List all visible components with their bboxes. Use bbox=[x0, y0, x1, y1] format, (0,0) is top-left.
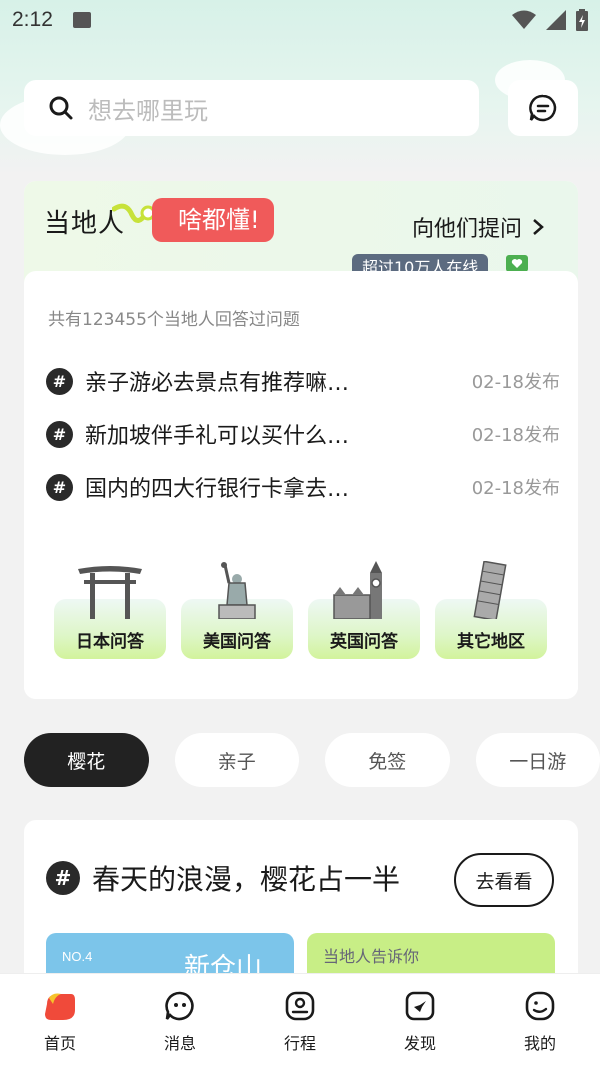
tab-label: 发现 bbox=[403, 1034, 436, 1053]
big-ben-icon bbox=[333, 561, 382, 619]
discover-icon bbox=[405, 991, 435, 1021]
hashtag-icon: # bbox=[46, 420, 73, 448]
question-row[interactable]: # 新加坡伴手礼可以买什么… 02-18发布 bbox=[46, 417, 560, 451]
go-see-button[interactable]: 去看看 bbox=[454, 853, 554, 907]
ask-them-label: 向他们提问 bbox=[412, 217, 523, 242]
profile-icon bbox=[525, 991, 555, 1021]
tag-sakura[interactable]: 樱花 bbox=[24, 733, 149, 787]
hashtag-icon: # bbox=[46, 861, 80, 895]
search-icon bbox=[49, 96, 73, 120]
question-row[interactable]: # 国内的四大行银行卡拿去… 02-18发布 bbox=[46, 470, 560, 504]
country-label: 英国问答 bbox=[330, 632, 398, 652]
battery-icon bbox=[576, 9, 588, 31]
local-experts-badge: 啥都懂! bbox=[152, 198, 274, 242]
country-label: 日本问答 bbox=[76, 632, 144, 652]
tab-home[interactable]: 首页 bbox=[0, 974, 120, 1067]
question-date: 02-18发布 bbox=[471, 425, 560, 446]
tab-messages[interactable]: 消息 bbox=[120, 974, 240, 1067]
search-bar[interactable]: 想去哪里玩 bbox=[24, 80, 479, 136]
tag-visa-free[interactable]: 免签 bbox=[325, 733, 450, 787]
thumb-label: 当地人告诉你 bbox=[323, 947, 420, 966]
question-date: 02-18发布 bbox=[471, 372, 560, 393]
country-usa-button[interactable]: 美国问答 bbox=[181, 561, 293, 661]
itinerary-icon bbox=[285, 991, 315, 1021]
tab-discover[interactable]: 发现 bbox=[360, 974, 480, 1067]
topic-tags: 樱花 亲子 免签 一日游 bbox=[24, 733, 600, 787]
leaning-tower-icon bbox=[473, 561, 507, 619]
question-row[interactable]: # 亲子游必去景点有推荐嘛… 02-18发布 bbox=[46, 364, 560, 398]
chat-bubble-icon bbox=[529, 94, 557, 122]
feature-title-text: 春天的浪漫，樱花占一半 bbox=[92, 863, 401, 896]
wifi-icon bbox=[512, 10, 536, 29]
messages-button[interactable] bbox=[508, 80, 578, 136]
hashtag-icon: # bbox=[46, 473, 73, 501]
search-placeholder: 想去哪里玩 bbox=[88, 96, 208, 125]
home-icon bbox=[45, 993, 75, 1020]
tab-label: 首页 bbox=[43, 1034, 76, 1053]
statue-of-liberty-icon bbox=[218, 562, 256, 619]
message-icon bbox=[165, 991, 194, 1021]
status-time: 2:12 bbox=[12, 8, 53, 31]
tag-family[interactable]: 亲子 bbox=[174, 733, 299, 787]
image-notification-icon bbox=[72, 12, 91, 28]
question-text: 亲子游必去景点有推荐嘛… bbox=[85, 371, 350, 396]
hashtag-icon: # bbox=[46, 367, 73, 395]
bottom-tab-bar: 首页 消息 行程 发现 我的 bbox=[0, 973, 600, 1067]
question-text: 国内的四大行银行卡拿去… bbox=[85, 477, 350, 502]
tab-label: 消息 bbox=[163, 1034, 196, 1053]
country-other-button[interactable]: 其它地区 bbox=[435, 561, 547, 661]
country-japan-button[interactable]: 日本问答 bbox=[54, 561, 166, 661]
local-experts-card: 当地人 啥都懂! 向他们提问 超过10万人在线 共有123455个当地人回答过问… bbox=[24, 181, 578, 699]
country-label: 其它地区 bbox=[457, 632, 525, 652]
chevron-right-icon bbox=[533, 219, 544, 235]
ask-them-link[interactable]: 向他们提问 bbox=[412, 211, 544, 243]
question-text: 新加坡伴手礼可以买什么… bbox=[85, 424, 350, 449]
tab-label: 行程 bbox=[283, 1034, 316, 1053]
country-label: 美国问答 bbox=[203, 632, 271, 652]
tab-label: 我的 bbox=[523, 1034, 556, 1053]
status-bar: 2:12 bbox=[0, 0, 600, 40]
question-date: 02-18发布 bbox=[471, 478, 560, 499]
answered-count-text: 共有123455个当地人回答过问题 bbox=[48, 310, 300, 330]
torii-icon bbox=[78, 566, 142, 619]
feature-title: # 春天的浪漫，樱花占一半 bbox=[46, 858, 400, 898]
signal-icon bbox=[546, 10, 566, 30]
thumb-rank: NO.4 bbox=[62, 949, 93, 964]
country-uk-button[interactable]: 英国问答 bbox=[308, 561, 420, 661]
tab-itinerary[interactable]: 行程 bbox=[240, 974, 360, 1067]
tab-profile[interactable]: 我的 bbox=[480, 974, 600, 1067]
tag-day-trip[interactable]: 一日游 bbox=[475, 733, 600, 787]
